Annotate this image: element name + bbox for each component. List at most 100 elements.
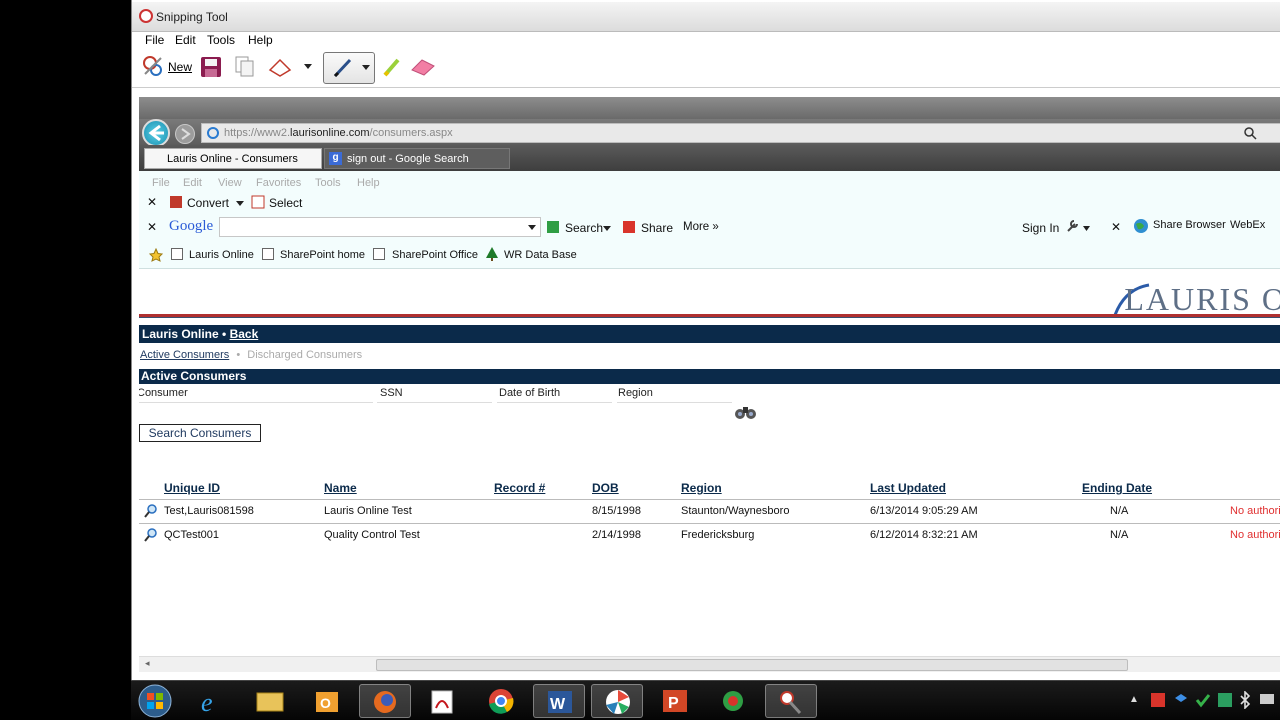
taskbar-firefox-button[interactable] [359, 684, 411, 718]
col-ending-date[interactable]: Ending Date [1082, 481, 1152, 495]
tab-google-search[interactable]: g sign out - Google Search [324, 148, 510, 169]
convert-button[interactable]: Convert [187, 196, 229, 210]
back-link[interactable]: Back [230, 327, 259, 341]
forward-button[interactable] [175, 124, 195, 144]
close-google-toolbar-icon[interactable]: ✕ [147, 220, 157, 234]
taskbar-ie-button[interactable]: e [185, 684, 237, 718]
chevron-down-icon[interactable] [528, 225, 536, 230]
start-button-icon[interactable] [137, 683, 173, 719]
ie-menu-tools[interactable]: Tools [315, 177, 341, 189]
col-dob[interactable]: DOB [592, 481, 619, 495]
tray-app-icon[interactable] [1150, 692, 1166, 708]
network-icon[interactable] [1259, 692, 1277, 708]
globe-icon [1134, 219, 1148, 233]
taskbar-snipping-tool-button[interactable] [765, 684, 817, 718]
fav-wr-data-base[interactable]: WR Data Base [504, 249, 577, 261]
close-webex-toolbar-icon[interactable]: ✕ [1111, 220, 1121, 234]
cell-last-updated: 6/12/2014 8:32:21 AM [870, 529, 978, 541]
favorites-star-icon[interactable] [149, 248, 163, 262]
back-button[interactable] [142, 119, 170, 147]
cell-region: Fredericksburg [681, 529, 755, 541]
col-last-updated[interactable]: Last Updated [870, 481, 946, 495]
close-toolbar-icon[interactable]: ✕ [147, 195, 157, 209]
google-search-button[interactable]: Search [565, 221, 603, 235]
ie-menu-favorites[interactable]: Favorites [256, 177, 301, 189]
new-snip-button[interactable]: New [168, 60, 192, 74]
ie-menu-view[interactable]: View [218, 177, 242, 189]
taskbar-explorer-button[interactable] [243, 684, 295, 718]
col-record[interactable]: Record # [494, 481, 545, 495]
chevron-down-icon[interactable] [1083, 226, 1090, 231]
ie-menu-edit[interactable]: Edit [183, 177, 202, 189]
magnifier-icon[interactable] [144, 504, 158, 518]
chevron-down-icon[interactable] [236, 201, 244, 206]
highlighter-icon[interactable] [381, 56, 403, 78]
taskbar-outlook-button[interactable]: O [301, 684, 353, 718]
url-input[interactable]: https://www2.laurisonline.com/consumers.… [201, 123, 1280, 143]
save-icon[interactable] [200, 56, 222, 78]
taskbar-acrobat-button[interactable] [417, 684, 469, 718]
ie-menu-file[interactable]: File [152, 177, 170, 189]
region-field[interactable] [617, 402, 732, 420]
scrollbar-thumb[interactable] [376, 659, 1128, 671]
copy-icon[interactable] [235, 56, 255, 78]
taskbar-powerpoint-button[interactable]: P [649, 684, 701, 718]
cell-name: Lauris Online Test [324, 505, 412, 517]
select-button[interactable]: Select [269, 196, 302, 210]
browser-address-bar: https://www2.laurisonline.com/consumers.… [139, 119, 1280, 147]
tray-expand-icon[interactable]: ▲ [1129, 694, 1139, 705]
active-consumers-link[interactable]: Active Consumers [140, 349, 229, 361]
tray-sync-icon[interactable] [1217, 692, 1233, 708]
cell-name: Quality Control Test [324, 529, 420, 541]
taskbar-word-button[interactable]: W [533, 684, 585, 718]
search-icon[interactable] [1244, 127, 1258, 141]
chevron-down-icon[interactable] [304, 64, 312, 86]
sign-in-button[interactable]: Sign In [1022, 221, 1059, 235]
col-unique-id[interactable]: Unique ID [164, 481, 220, 495]
fav-lauris-online[interactable]: Lauris Online [189, 249, 254, 261]
fav-sharepoint-office[interactable]: SharePoint Office [392, 249, 478, 261]
fav-sharepoint-home[interactable]: SharePoint home [280, 249, 365, 261]
new-snip-icon[interactable] [141, 54, 165, 76]
taskbar-picasa-button[interactable] [591, 684, 643, 718]
snipping-tool-window: Snipping Tool File Edit Tools Help New h… [131, 0, 1280, 684]
pen-tool-button[interactable] [323, 52, 375, 84]
tray-check-icon[interactable] [1195, 692, 1211, 708]
url-path: /consumers.aspx [369, 127, 453, 139]
tab-label: sign out - Google Search [347, 153, 469, 165]
menu-file[interactable]: File [145, 33, 164, 47]
tab-lauris-consumers[interactable]: Lauris Online - Consumers ✕ [144, 148, 333, 169]
menu-tools[interactable]: Tools [207, 33, 235, 47]
more-button[interactable]: More » [683, 221, 719, 233]
cell-dob: 8/15/1998 [592, 505, 641, 517]
google-search-input[interactable] [219, 217, 541, 237]
dropbox-icon[interactable] [1173, 692, 1189, 708]
search-consumers-button[interactable]: Search Consumers [139, 424, 261, 442]
bluetooth-icon[interactable] [1239, 691, 1251, 709]
cell-unique-id: Test,Lauris081598 [164, 505, 254, 517]
col-name[interactable]: Name [324, 481, 357, 495]
share-button[interactable]: Share [641, 221, 673, 235]
wrench-icon[interactable] [1065, 219, 1079, 233]
scroll-left-icon[interactable]: ◂ [145, 658, 150, 669]
chevron-down-icon[interactable] [603, 226, 611, 231]
discharged-consumers-link[interactable]: Discharged Consumers [247, 349, 362, 361]
taskbar-chrome-button[interactable] [475, 684, 527, 718]
col-region[interactable]: Region [681, 481, 722, 495]
windows-taskbar: e O W P ▲ [131, 680, 1280, 720]
eraser-icon[interactable] [410, 58, 436, 80]
menu-edit[interactable]: Edit [175, 33, 196, 47]
ssn-field[interactable] [377, 402, 492, 420]
taskbar-app-button[interactable] [707, 684, 759, 718]
ie-menu-help[interactable]: Help [357, 177, 380, 189]
horizontal-scrollbar[interactable]: ◂ [139, 656, 1280, 672]
magnifier-icon[interactable] [144, 528, 158, 542]
send-snip-icon[interactable] [268, 56, 292, 78]
binoculars-icon[interactable] [734, 404, 758, 420]
consumer-field[interactable] [139, 402, 373, 420]
webex-button[interactable]: WebEx [1230, 219, 1265, 231]
screen: Snipping Tool File Edit Tools Help New h… [0, 0, 1280, 720]
menu-help[interactable]: Help [248, 33, 273, 47]
dob-field[interactable] [497, 402, 612, 420]
share-browser-button[interactable]: Share Browser [1153, 219, 1226, 231]
